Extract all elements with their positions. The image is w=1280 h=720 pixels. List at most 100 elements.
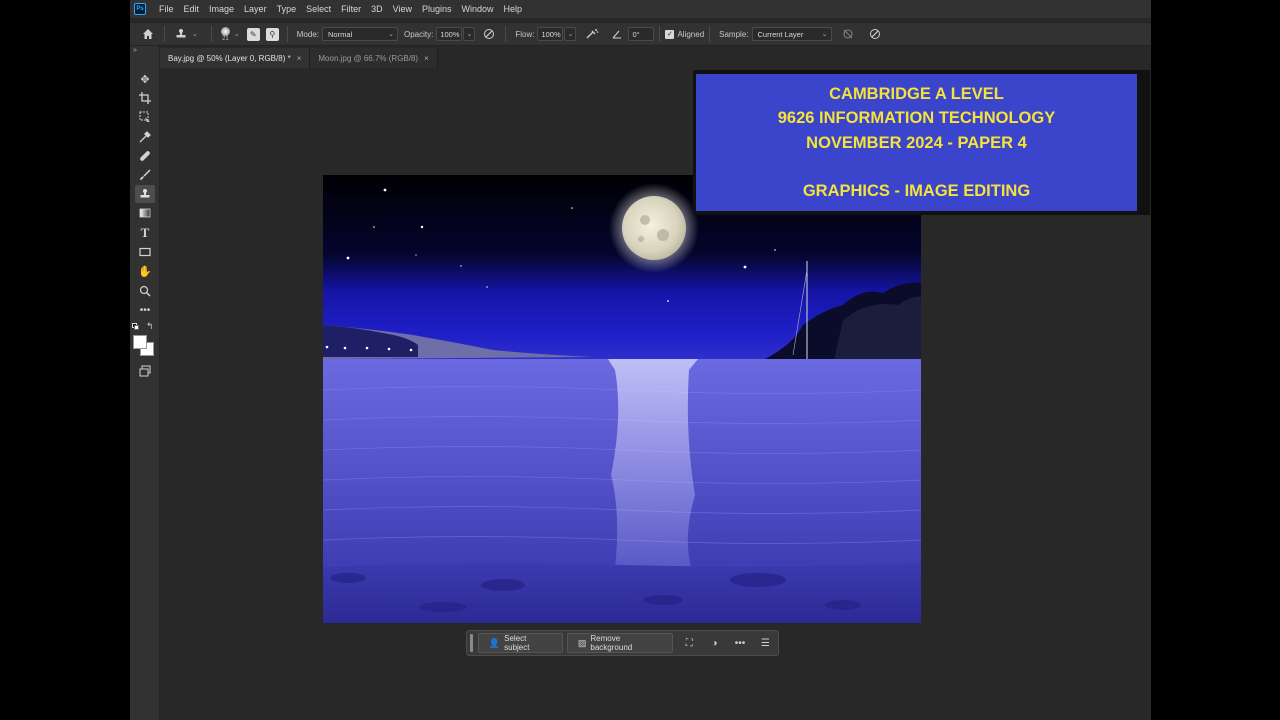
select-subject-label: Select subject [504, 634, 530, 652]
sample-select[interactable]: Current Layer ⌄ [751, 27, 832, 41]
document-image[interactable] [323, 175, 921, 623]
aligned-label: Aligned [677, 29, 705, 39]
menu-3d[interactable]: 3D [366, 0, 388, 18]
chevron-down-icon: ⌄ [388, 31, 394, 38]
flow-field[interactable]: 100% [537, 27, 564, 41]
mode-label: Mode: [296, 29, 319, 39]
chevron-down-icon[interactable]: ⌄ [234, 30, 240, 38]
object-selection-tool-icon[interactable] [135, 108, 155, 126]
menu-layer[interactable]: Layer [239, 0, 272, 18]
crop-tool-icon[interactable] [135, 89, 155, 107]
menu-filter[interactable]: Filter [336, 0, 366, 18]
flow-value: 100% [541, 29, 561, 39]
clone-stamp-tool-icon[interactable] [135, 185, 155, 203]
opacity-value: 100% [440, 29, 460, 39]
brush-settings-icon[interactable]: ✎ [246, 27, 260, 41]
tab-label: Moon.jpg @ 66.7% (RGB/8) [318, 53, 419, 63]
photoshop-logo-icon: Ps [134, 3, 146, 15]
separator [164, 26, 165, 42]
zoom-tool-icon[interactable] [135, 282, 155, 300]
healing-brush-tool-icon[interactable] [135, 147, 155, 165]
separator [210, 26, 212, 42]
banner-line-2: 9626 INFORMATION TECHNOLOGY [777, 109, 1056, 127]
pressure-size-icon[interactable] [867, 26, 883, 42]
default-colors-icon[interactable] [132, 323, 139, 330]
menu-image[interactable]: Image [204, 0, 239, 18]
menu-file[interactable]: File [154, 0, 179, 18]
more-options-icon[interactable]: ••• [730, 633, 749, 653]
menu-plugins[interactable]: Plugins [417, 0, 457, 18]
aligned-checkbox[interactable]: ✓ [665, 29, 675, 39]
banner-line-1: CAMBRIDGE A LEVEL [829, 84, 1004, 103]
collapse-panel-icon[interactable]: » [133, 47, 137, 54]
mode-select[interactable]: Normal ⌄ [321, 27, 398, 41]
drag-handle-icon[interactable] [470, 634, 473, 652]
gradient-tool-icon[interactable] [135, 204, 155, 222]
menu-view[interactable]: View [388, 0, 417, 18]
tab-moon-jpg[interactable]: Moon.jpg @ 66.7% (RGB/8) × [310, 48, 438, 68]
clone-source-icon[interactable]: ⚲ [265, 27, 279, 41]
separator [286, 26, 288, 42]
rectangle-tool-icon[interactable] [135, 243, 155, 261]
pressure-opacity-icon[interactable] [481, 26, 497, 42]
airbrush-icon[interactable] [584, 26, 600, 42]
menu-help[interactable]: Help [499, 0, 528, 18]
clone-stamp-tool-preset-icon[interactable] [173, 26, 189, 42]
opacity-dropdown[interactable]: ⌄ [463, 27, 476, 41]
sample-label: Sample: [719, 29, 749, 39]
ignore-adjustment-layers-icon[interactable] [840, 26, 856, 42]
flow-dropdown[interactable]: ⌄ [564, 27, 577, 41]
home-icon[interactable] [140, 26, 156, 42]
menu-type[interactable]: Type [272, 0, 302, 18]
bar-settings-icon[interactable]: ☰ [756, 633, 775, 653]
close-icon[interactable]: × [297, 54, 302, 63]
transform-icon[interactable]: ⛶ [680, 633, 699, 653]
options-bar: ⌄ 21 ⌄ ✎ ⚲ Mode: Normal ⌄ Opacity: 100% … [130, 22, 1151, 46]
tools-panel: » ✥ T ✋ ••• ↰ [130, 46, 160, 720]
menu-edit[interactable]: Edit [179, 0, 205, 18]
contextual-task-bar: 👤 Select subject ▨ Remove background ⛶ ◑… [466, 630, 779, 656]
brush-tool-icon[interactable] [135, 166, 155, 184]
more-tools-icon[interactable]: ••• [135, 301, 155, 319]
select-subject-button[interactable]: 👤 Select subject [477, 633, 563, 653]
angle-field[interactable]: 0° [628, 27, 655, 41]
sample-value: Current Layer [757, 29, 804, 39]
tab-label: Bay.jpg @ 50% (Layer 0, RGB/8) * [168, 53, 291, 63]
tab-bay-jpg[interactable]: Bay.jpg @ 50% (Layer 0, RGB/8) * × [160, 48, 311, 68]
brush-preset-picker[interactable]: 21 [220, 26, 230, 42]
title-banner-panel: CAMBRIDGE A LEVEL 9626 INFORMATION TECHN… [696, 74, 1137, 211]
menu-window[interactable]: Window [457, 0, 499, 18]
brush-tip-icon [220, 26, 230, 36]
angle-icon [609, 26, 625, 42]
menu-select[interactable]: Select [301, 0, 336, 18]
separator [505, 26, 507, 42]
remove-background-button[interactable]: ▨ Remove background [566, 633, 673, 653]
person-icon: 👤 [488, 637, 501, 648]
angle-value: 0° [632, 29, 640, 39]
quick-mask-icon[interactable] [135, 362, 155, 380]
type-tool-icon[interactable]: T [135, 224, 155, 242]
document-tabs: Bay.jpg @ 50% (Layer 0, RGB/8) * × Moon.… [160, 48, 1151, 68]
chevron-down-icon[interactable]: ⌄ [192, 30, 198, 38]
chevron-down-icon: ⌄ [821, 31, 828, 38]
opacity-field[interactable]: 100% [436, 27, 463, 41]
hand-tool-icon[interactable]: ✋ [135, 262, 155, 280]
close-icon[interactable]: × [424, 54, 429, 63]
foreground-color-swatch[interactable] [133, 335, 147, 349]
banner-line-3: NOVEMBER 2024 - PAPER 4 [806, 133, 1027, 152]
menu-bar: Ps File Edit Image Layer Type Select Fil… [130, 0, 1151, 18]
remove-background-label: Remove background [590, 634, 633, 652]
separator [659, 26, 661, 42]
swap-colors-icon[interactable]: ↰ [146, 321, 154, 332]
title-banner: CAMBRIDGE A LEVEL 9626 INFORMATION TECHN… [693, 70, 1150, 215]
chevron-down-icon: ⌄ [567, 31, 574, 38]
adjustment-icon[interactable]: ◑ [705, 633, 724, 653]
move-tool-icon[interactable]: ✥ [135, 70, 155, 88]
separator [709, 26, 711, 42]
chevron-down-icon: ⌄ [466, 31, 473, 38]
opacity-label: Opacity: [403, 29, 434, 39]
brush-size-value: 21 [222, 35, 229, 42]
flow-label: Flow: [515, 29, 535, 39]
eyedropper-tool-icon[interactable] [135, 128, 155, 146]
mode-value: Normal [327, 29, 353, 39]
